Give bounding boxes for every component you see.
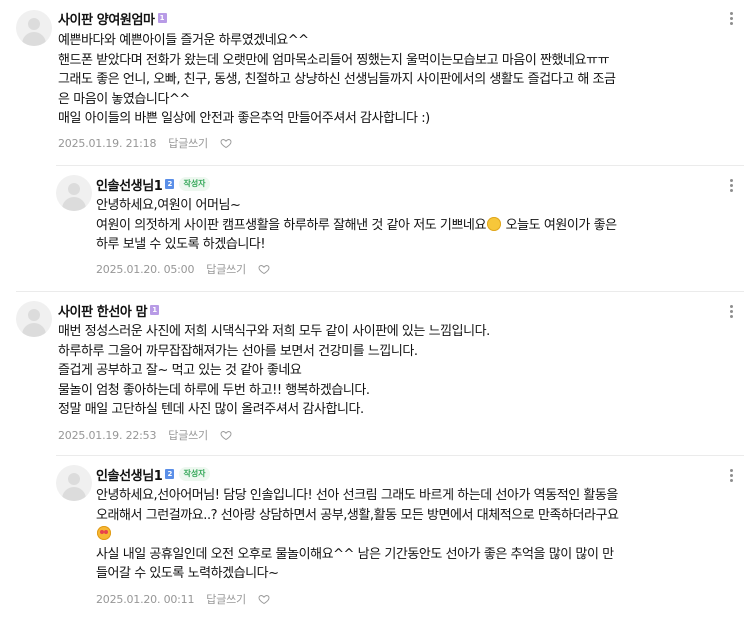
comment-author[interactable]: 인솔선생님1 bbox=[96, 465, 163, 484]
comment-text: 예쁜바다와 예쁜아이들 즐거운 하루였겠네요^^ 핸드폰 받았다며 전화가 왔는… bbox=[58, 33, 616, 126]
comment-author[interactable]: 사이판 양여원엄마 bbox=[58, 9, 155, 28]
reply-button[interactable]: 답글쓰기 bbox=[168, 135, 208, 151]
author-badge: 작성자 bbox=[179, 467, 210, 481]
comment-item: 사이판 양여원엄마 1 예쁜바다와 예쁜아이들 즐거운 하루였겠네요^^ 핸드폰… bbox=[0, 0, 744, 165]
comment-text: 안녕하세요,선아어머님! 담당 인솔입니다! 선아 선크림 그래도 바르게 하는… bbox=[96, 486, 736, 584]
more-options-icon[interactable] bbox=[730, 305, 734, 319]
reply-button[interactable]: 답글쓰기 bbox=[168, 427, 208, 443]
reply-button[interactable]: 답글쓰기 bbox=[206, 591, 246, 607]
comment-text-part: 안녕하세요,선아어머님! 담당 인솔입니다! 선아 선크림 그래도 바르게 하는… bbox=[96, 488, 619, 523]
heart-icon[interactable] bbox=[258, 263, 270, 275]
comment-text: 안녕하세요,여원이 어머님~ 여원이 의젓하게 사이판 캠프생활을 하루하루 잘… bbox=[96, 196, 736, 255]
heart-icon[interactable] bbox=[258, 593, 270, 605]
reply-button[interactable]: 답글쓰기 bbox=[206, 261, 246, 277]
comment-date: 2025.01.19. 22:53 bbox=[58, 428, 157, 442]
heart-icon[interactable] bbox=[220, 137, 232, 149]
divider bbox=[56, 165, 744, 166]
more-options-icon[interactable] bbox=[730, 12, 734, 26]
reply-item: 인솔선생님1 2 작성자 안녕하세요,여원이 어머님~ 여원이 의젓하게 사이판… bbox=[0, 165, 744, 291]
comment-date: 2025.01.20. 00:11 bbox=[96, 592, 195, 606]
member-level-badge: 1 bbox=[157, 13, 167, 23]
more-options-icon[interactable] bbox=[730, 469, 734, 483]
member-level-badge: 2 bbox=[165, 179, 175, 189]
comment-author[interactable]: 사이판 한선아 맘 bbox=[58, 301, 148, 320]
reply-item: 인솔선생님1 2 작성자 안녕하세요,선아어머님! 담당 인솔입니다! 선아 선… bbox=[0, 455, 744, 629]
smiling-face-icon bbox=[486, 216, 501, 231]
heart-icon[interactable] bbox=[220, 429, 232, 441]
comment-text-part: 안녕하세요,여원이 어머님~ 여원이 의젓하게 사이판 캠프생활을 하루하루 잘… bbox=[96, 198, 486, 233]
comment-item: 사이판 한선아 맘 1 매번 정성스러운 사진에 저희 시댁식구와 저희 모두 … bbox=[0, 291, 744, 455]
avatar[interactable] bbox=[16, 301, 52, 337]
comment-text: 매번 정성스러운 사진에 저희 시댁식구와 저희 모두 같이 사이판에 있는 느… bbox=[58, 324, 490, 417]
member-level-badge: 1 bbox=[150, 305, 160, 315]
divider bbox=[56, 455, 744, 456]
comment-author[interactable]: 인솔선생님1 bbox=[96, 175, 163, 194]
avatar[interactable] bbox=[16, 10, 52, 46]
comment-date: 2025.01.20. 05:00 bbox=[96, 262, 195, 276]
comment-text-part: 사실 내일 공휴일인데 오전 오후로 물놀이해요^^ 남은 기간동안도 선아가 … bbox=[96, 546, 614, 582]
member-level-badge: 2 bbox=[165, 469, 175, 479]
divider bbox=[16, 291, 744, 292]
author-badge: 작성자 bbox=[179, 177, 210, 191]
more-options-icon[interactable] bbox=[730, 179, 734, 193]
comment-date: 2025.01.19. 21:18 bbox=[58, 136, 157, 150]
avatar[interactable] bbox=[56, 175, 92, 211]
avatar[interactable] bbox=[56, 465, 92, 501]
smiling-face-with-hearts-icon bbox=[97, 526, 111, 540]
